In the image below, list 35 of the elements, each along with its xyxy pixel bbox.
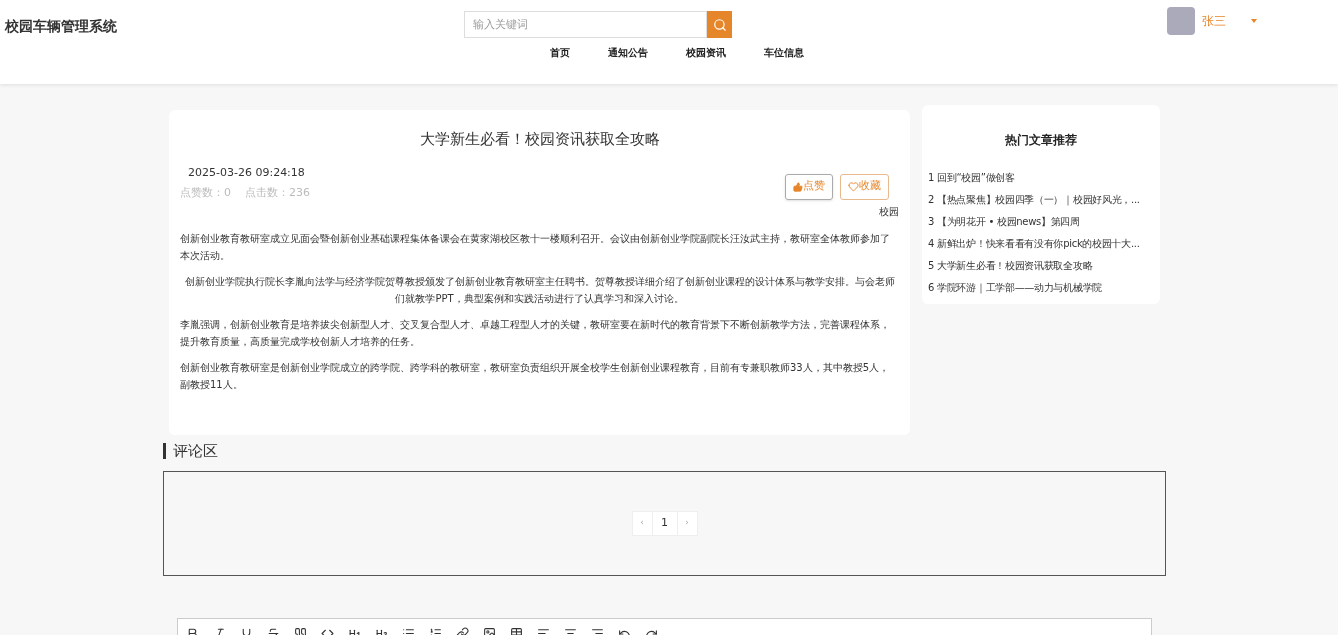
article-title: 大学新生必看！校园资讯获取全攻略 bbox=[418, 129, 661, 150]
nav-link[interactable]: 车位信息 bbox=[754, 45, 814, 60]
rank-number: 1 bbox=[928, 171, 935, 185]
caret-icon[interactable] bbox=[1251, 19, 1257, 23]
nav-link[interactable]: 首页 bbox=[540, 45, 580, 60]
section-marker bbox=[163, 443, 166, 460]
hot-article-link[interactable]: 回到“校园”做创客 bbox=[937, 170, 1015, 185]
nav-link[interactable]: 校园资讯 bbox=[676, 45, 736, 60]
hot-article-link[interactable]: 大学新生必看！校园资讯获取全攻略 bbox=[937, 258, 1093, 273]
search-field[interactable]: 输入关键词 bbox=[464, 11, 707, 38]
site-title: 校园车辆管理系统 bbox=[5, 17, 118, 36]
article-paragraph: 创新创业学院执行院长李胤向法学与经济学院贺尊教授颁发了创新创业教育教研室主任聘书。贺尊教授详细介绍了创新创业课程的设计体系与教学安排。与会老师们就教学PPT，典型案例和实践活动进行了认真学习和深入讨论。 bbox=[183, 274, 896, 306]
article-paragraph: 创新创业教育教研室是创新创业学院成立的跨学院、跨学科的教研室，教研室负责组织开展全校学生创新创业课程教育，目前有专兼职教师33人，其中教授5人，副教授11人。 bbox=[180, 360, 891, 392]
article-stats: 点赞数：0 点击数：236 bbox=[180, 185, 310, 201]
article-time: 2025-03-26 09:24:18 bbox=[188, 164, 306, 181]
page-button[interactable]: 1 bbox=[652, 510, 677, 536]
rank-number: 2 bbox=[928, 193, 935, 207]
hot-article-link[interactable]: 【热点聚焦】校园四季（一）｜校园好风光，... bbox=[937, 192, 1140, 207]
category-tag: 校园 bbox=[879, 203, 899, 219]
avatar bbox=[1167, 7, 1195, 35]
rank-number: 5 bbox=[928, 259, 935, 273]
search-icon bbox=[712, 17, 727, 32]
rank-number: 3 bbox=[928, 215, 935, 229]
rank-number: 6 bbox=[928, 281, 935, 295]
thumbs-up-icon bbox=[793, 181, 803, 192]
hot-articles-title: 热门文章推荐 bbox=[1004, 132, 1078, 149]
hot-article-link[interactable]: 【为明花开 • 校园news】第四周 bbox=[937, 214, 1080, 229]
article-paragraph: 李胤强调，创新创业教育是培养拔尖创新型人才、交叉复合型人才、卓越工程型人才的关键，教研室要在新时代的教育背景下不断创新教学方法，完善课程体系，提升教育质量，高质量完成学校创新人才培养的任务。 bbox=[180, 317, 891, 349]
comments-title: 评论区 bbox=[173, 441, 218, 462]
heart-icon bbox=[848, 181, 859, 192]
hot-article-link[interactable]: 新鲜出炉！快来看看有没有你pick的校园十大... bbox=[937, 236, 1140, 251]
article-paragraph: 创新创业教育教研室成立见面会暨创新创业基础课程集体备课会在黄家湖校区教十一楼顺利召开。会议由创新创业学院副院长汪汝武主持，教研室全体教师参加了本次活动。 bbox=[180, 231, 891, 263]
hot-article-link[interactable]: 学院环游｜工学部——动力与机械学院 bbox=[937, 280, 1102, 295]
rank-number: 4 bbox=[928, 237, 935, 251]
nav-link[interactable]: 通知公告 bbox=[598, 45, 658, 60]
